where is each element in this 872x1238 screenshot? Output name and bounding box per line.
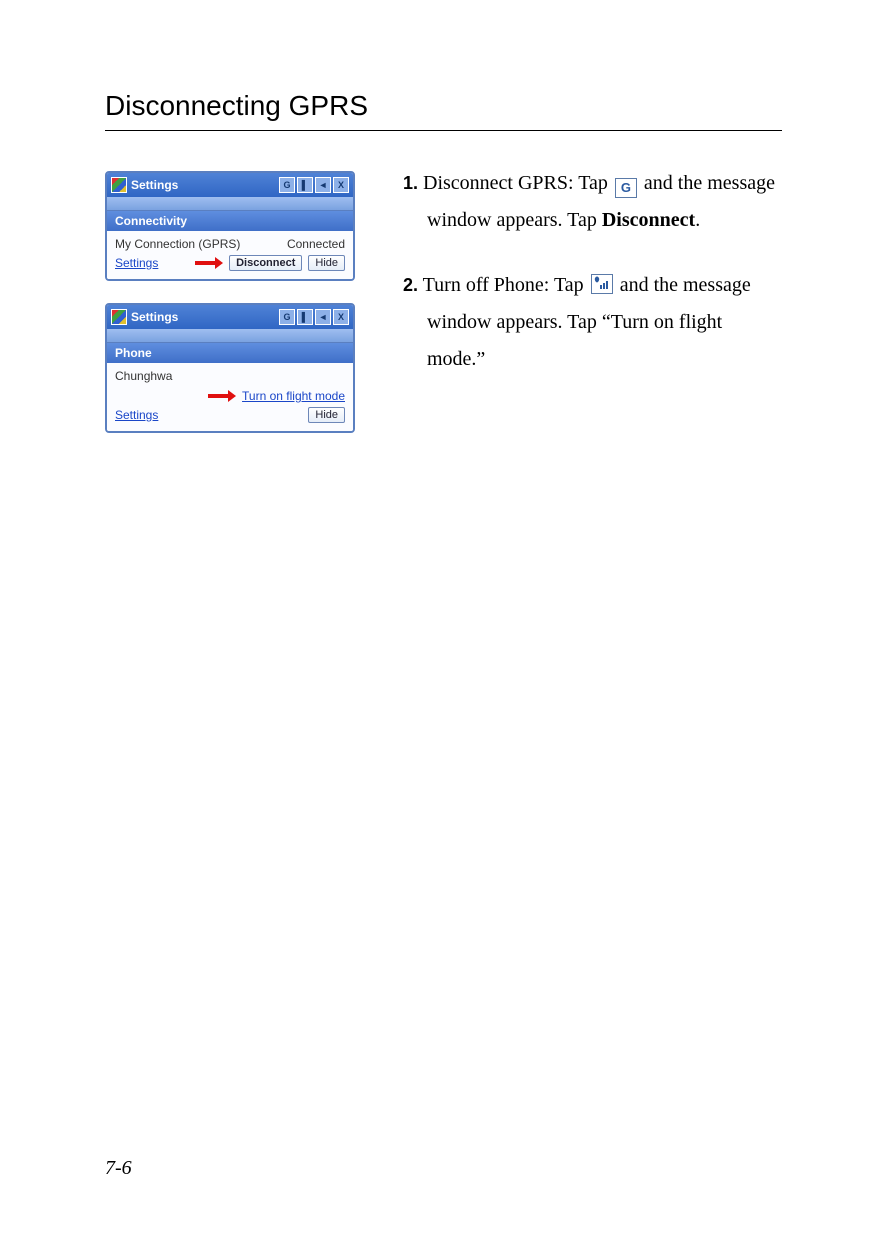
step-text: Disconnect GPRS: Tap: [418, 172, 613, 194]
connectivity-popup: Settings G ▌ ◄ X Connectivity My Connect…: [105, 171, 355, 281]
step-number: 2.: [403, 275, 418, 295]
section-header: Connectivity: [107, 211, 353, 231]
titlebar-title: Settings: [131, 178, 275, 192]
volume-icon[interactable]: ◄: [315, 309, 331, 325]
step-text: Turn off Phone: Tap: [418, 274, 589, 296]
phone-popup: Settings G ▌ ◄ X Phone Chunghwa Turn on …: [105, 303, 355, 433]
red-arrow-icon: [195, 259, 223, 267]
system-tray: G ▌ ◄ X: [279, 309, 349, 325]
start-flag-icon[interactable]: [111, 309, 127, 325]
start-flag-icon[interactable]: [111, 177, 127, 193]
step-text: .: [695, 209, 700, 231]
page-number: 7-6: [105, 1157, 132, 1180]
instructions-column: 1. Disconnect GPRS: Tap G and the messag…: [403, 165, 782, 406]
settings-link[interactable]: Settings: [115, 256, 158, 270]
page-heading: Disconnecting GPRS: [105, 90, 782, 122]
red-arrow-icon: [208, 392, 236, 400]
heading-rule: [105, 130, 782, 131]
settings-link[interactable]: Settings: [115, 408, 158, 422]
signal-antenna-icon: [591, 274, 613, 294]
subbar: [107, 329, 353, 343]
close-icon[interactable]: X: [333, 309, 349, 325]
panel-body: My Connection (GPRS) Connected Settings …: [107, 231, 353, 279]
disconnect-button[interactable]: Disconnect: [229, 255, 302, 271]
titlebar: Settings G ▌ ◄ X: [107, 173, 353, 197]
gprs-icon[interactable]: G: [279, 177, 295, 193]
step-2: 2. Turn off Phone: Tap and the message w…: [403, 267, 782, 378]
titlebar-title: Settings: [131, 310, 275, 324]
hide-button[interactable]: Hide: [308, 255, 345, 271]
system-tray: G ▌ ◄ X: [279, 177, 349, 193]
carrier-name: Chunghwa: [115, 369, 345, 383]
step-1: 1. Disconnect GPRS: Tap G and the messag…: [403, 165, 782, 239]
signal-icon[interactable]: ▌: [297, 177, 313, 193]
step-number: 1.: [403, 173, 418, 193]
screenshots-column: Settings G ▌ ◄ X Connectivity My Connect…: [105, 165, 355, 433]
connection-name: My Connection (GPRS): [115, 237, 240, 251]
subbar: [107, 197, 353, 211]
flight-mode-link[interactable]: Turn on flight mode: [242, 389, 345, 403]
close-icon[interactable]: X: [333, 177, 349, 193]
panel-body: Chunghwa Turn on flight mode Settings Hi…: [107, 363, 353, 431]
connection-status: Connected: [287, 237, 345, 251]
titlebar: Settings G ▌ ◄ X: [107, 305, 353, 329]
gprs-g-icon: G: [615, 178, 637, 198]
signal-icon[interactable]: ▌: [297, 309, 313, 325]
section-header: Phone: [107, 343, 353, 363]
step-bold: Disconnect: [602, 209, 695, 231]
volume-icon[interactable]: ◄: [315, 177, 331, 193]
hide-button[interactable]: Hide: [308, 407, 345, 423]
gprs-icon[interactable]: G: [279, 309, 295, 325]
